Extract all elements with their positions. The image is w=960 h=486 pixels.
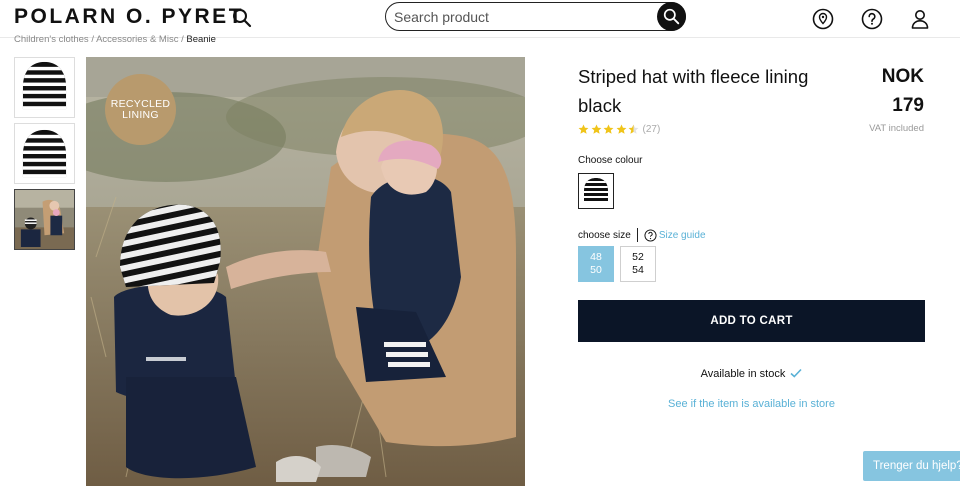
star-half-icon [628, 124, 639, 134]
colour-label: Choose colour [578, 155, 643, 166]
size-label-row: choose size Size guide [578, 228, 706, 242]
size-option-label: 52 [632, 251, 644, 263]
search-icon [663, 8, 680, 25]
search-button[interactable] [657, 2, 686, 31]
striped-beanie-image [22, 129, 67, 178]
search-input[interactable] [394, 7, 649, 26]
breadcrumb-separator: / [181, 34, 184, 45]
lifestyle-thumbnail-image [15, 190, 74, 249]
question-icon [644, 228, 657, 242]
price-currency: NOK [881, 66, 924, 87]
price-value: 179 [892, 95, 924, 116]
striped-beanie-image [22, 61, 67, 110]
size-guide-label[interactable]: Size guide [659, 230, 706, 241]
breadcrumb-current: Beanie [186, 34, 216, 45]
review-count[interactable]: (27) [643, 124, 661, 135]
star-full-icon [616, 124, 626, 134]
account-icon[interactable] [909, 8, 931, 30]
search-bar [385, 2, 686, 31]
stock-status-text: Available in stock [700, 368, 786, 380]
breadcrumb-item[interactable]: Accessories & Misc [96, 34, 178, 45]
checkmark-icon [790, 368, 802, 378]
star-full-icon [603, 124, 614, 134]
site-header: POLARN O. PYRET [0, 0, 960, 38]
breadcrumb: Children's clothes / Accessories & Misc … [14, 34, 216, 46]
size-guide-link[interactable]: Size guide [644, 228, 706, 242]
size-option-52-54[interactable]: 52 54 [620, 246, 656, 282]
search-icon[interactable] [232, 8, 252, 28]
size-label: choose size [578, 229, 631, 241]
star-full-icon [578, 124, 589, 134]
striped-swatch-image [581, 176, 611, 206]
stock-status: Available in stock [578, 368, 925, 380]
size-option-label: 48 [590, 251, 602, 263]
brand-logo[interactable]: POLARN O. PYRET [14, 5, 244, 29]
colour-swatch-black[interactable] [578, 173, 614, 209]
thumbnail-lifestyle[interactable] [14, 189, 75, 250]
help-chat-button[interactable]: Trenger du hjelp? [863, 451, 960, 481]
add-to-cart-button[interactable]: ADD TO CART [578, 300, 925, 342]
rating-stars[interactable]: (27) [578, 124, 660, 135]
star-full-icon [591, 124, 601, 134]
thumbnail-beanie-front[interactable] [14, 57, 75, 118]
product-title: Striped hat with fleece lining black [578, 66, 809, 116]
help-icon[interactable] [861, 8, 883, 30]
size-option-48-50[interactable]: 48 50 [578, 246, 614, 282]
location-pin-icon[interactable] [812, 8, 834, 30]
recycled-lining-badge: RECYCLED LINING [105, 74, 176, 145]
divider [636, 228, 638, 242]
breadcrumb-item[interactable]: Children's clothes [14, 34, 89, 45]
breadcrumb-separator: / [91, 34, 94, 45]
recycled-badge-text: RECYCLED LINING [110, 97, 171, 121]
store-availability-link[interactable]: See if the item is available in store [578, 398, 925, 410]
size-option-label: 50 [590, 264, 602, 276]
size-option-label: 54 [632, 264, 644, 276]
vat-note: VAT included [869, 123, 924, 134]
thumbnail-beanie-back[interactable] [14, 123, 75, 184]
